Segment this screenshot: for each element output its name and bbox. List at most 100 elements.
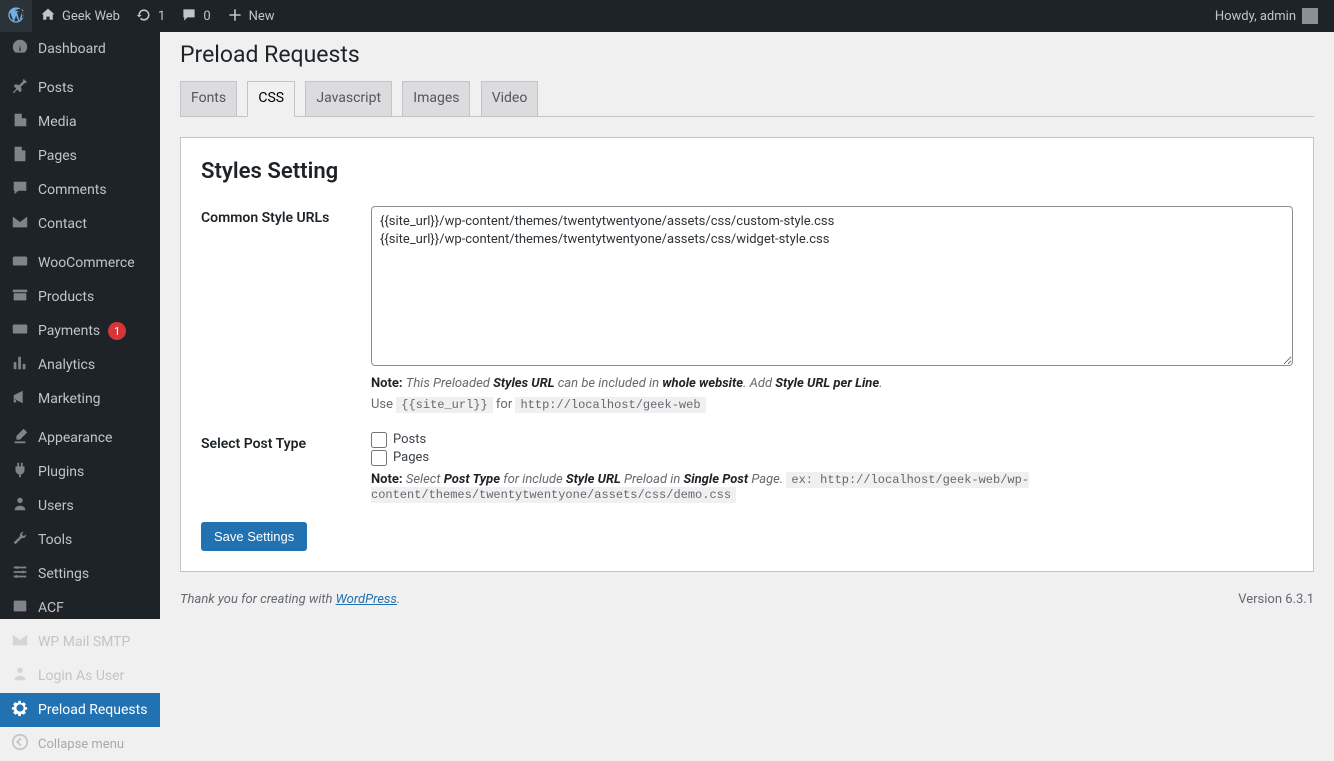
- row-common-style-urls: Common Style URLs Note: This Preloaded S…: [201, 206, 1293, 412]
- sidebar-label: Preload Requests: [38, 702, 147, 718]
- plus-icon: [227, 7, 243, 26]
- new-content-link[interactable]: New: [219, 0, 283, 32]
- sidebar-item-products[interactable]: Products: [0, 280, 160, 314]
- sidebar-label: Tools: [38, 532, 72, 548]
- footer-wordpress-link[interactable]: WordPress: [336, 592, 397, 607]
- updates-link[interactable]: 1: [128, 0, 173, 32]
- admin-sidebar: Dashboard Posts Media Pages Comments Con…: [0, 32, 160, 619]
- sidebar-label: WooCommerce: [38, 255, 135, 271]
- save-settings-button[interactable]: Save Settings: [201, 522, 307, 551]
- checkbox-pages-label: Pages: [393, 450, 429, 465]
- collapse-icon: [10, 733, 30, 755]
- envelope-fly-icon: [10, 631, 30, 653]
- admin-footer: Thank you for creating with WordPress. V…: [160, 579, 1334, 619]
- checkbox-posts[interactable]: [371, 432, 387, 448]
- sidebar-label: Posts: [38, 80, 74, 96]
- sidebar-label: Contact: [38, 216, 87, 232]
- tab-images[interactable]: Images: [402, 81, 470, 116]
- sidebar-item-pages[interactable]: Pages: [0, 139, 160, 173]
- tab-fonts[interactable]: Fonts: [180, 81, 237, 116]
- sidebar-item-marketing[interactable]: Marketing: [0, 382, 160, 416]
- sidebar-label: Users: [38, 498, 74, 514]
- sidebar-label: Comments: [38, 182, 107, 198]
- use-hint: Use {{site_url}} for http://localhost/ge…: [371, 397, 1293, 412]
- sidebar-item-woocommerce[interactable]: WooCommerce: [0, 246, 160, 280]
- sliders-icon: [10, 563, 30, 585]
- brush-icon: [10, 427, 30, 449]
- gear-icon: [10, 699, 30, 721]
- user-icon: [10, 495, 30, 517]
- pin-icon: [10, 77, 30, 99]
- sidebar-label: Settings: [38, 566, 89, 582]
- home-icon: [40, 7, 56, 26]
- media-icon: [10, 111, 30, 133]
- sidebar-item-tools[interactable]: Tools: [0, 523, 160, 557]
- sidebar-item-acf[interactable]: ACF: [0, 591, 160, 625]
- sidebar-item-posts[interactable]: Posts: [0, 71, 160, 105]
- sidebar-item-users[interactable]: Users: [0, 489, 160, 523]
- select-post-type-label: Select Post Type: [201, 432, 371, 452]
- mail-icon: [10, 213, 30, 235]
- sidebar-label: Media: [38, 114, 77, 130]
- avatar: [1302, 8, 1318, 24]
- footer-thank-prefix: Thank you for creating with: [180, 592, 336, 607]
- wp-logo-menu[interactable]: [0, 0, 32, 32]
- checkbox-pages[interactable]: [371, 450, 387, 466]
- tab-bar: Fonts CSS Javascript Images Video: [180, 72, 1314, 117]
- comments-icon: [10, 179, 30, 201]
- sidebar-label: Dashboard: [38, 41, 106, 57]
- comment-icon: [181, 7, 197, 26]
- page-icon: [10, 145, 30, 167]
- chart-icon: [10, 354, 30, 376]
- sidebar-item-contact[interactable]: Contact: [0, 207, 160, 241]
- admin-toolbar: Geek Web 1 0 New Howdy, admin: [0, 0, 1334, 32]
- wordpress-logo-icon: [8, 7, 24, 26]
- note-2: Note: Select Post Type for include Style…: [371, 472, 1293, 502]
- sidebar-item-wp-mail-smtp[interactable]: WP Mail SMTP: [0, 625, 160, 659]
- sidebar-item-appearance[interactable]: Appearance: [0, 421, 160, 455]
- checkbox-posts-label: Posts: [393, 432, 426, 447]
- sidebar-item-comments[interactable]: Comments: [0, 173, 160, 207]
- sidebar-label: Marketing: [38, 391, 101, 407]
- sidebar-item-analytics[interactable]: Analytics: [0, 348, 160, 382]
- section-heading: Styles Setting: [201, 158, 1293, 184]
- sidebar-item-dashboard[interactable]: Dashboard: [0, 32, 160, 66]
- footer-thank-suffix: .: [397, 592, 400, 607]
- notification-badge: 1: [108, 322, 126, 340]
- tab-css[interactable]: CSS: [247, 81, 295, 117]
- sidebar-label: Plugins: [38, 464, 84, 480]
- page-title: Preload Requests: [180, 32, 1314, 72]
- sidebar-label: ACF: [38, 600, 64, 616]
- sidebar-item-plugins[interactable]: Plugins: [0, 455, 160, 489]
- collapse-menu-button[interactable]: Collapse menu: [0, 727, 160, 761]
- sidebar-item-settings[interactable]: Settings: [0, 557, 160, 591]
- tab-video[interactable]: Video: [481, 81, 539, 116]
- woocommerce-icon: [10, 252, 30, 274]
- plug-icon: [10, 461, 30, 483]
- acf-icon: [10, 597, 30, 619]
- sidebar-label: Login As User: [38, 668, 124, 684]
- sidebar-label: Products: [38, 289, 94, 305]
- tab-javascript[interactable]: Javascript: [305, 81, 392, 116]
- sidebar-item-login-as-user[interactable]: Login As User: [0, 659, 160, 693]
- dashboard-icon: [10, 38, 30, 60]
- sidebar-item-preload-requests[interactable]: Preload Requests: [0, 693, 160, 727]
- sidebar-item-payments[interactable]: Payments 1: [0, 314, 160, 348]
- sidebar-label: WP Mail SMTP: [38, 634, 130, 650]
- site-name-link[interactable]: Geek Web: [32, 0, 128, 32]
- common-style-urls-label: Common Style URLs: [201, 206, 371, 226]
- common-style-urls-textarea[interactable]: [371, 206, 1293, 366]
- sidebar-item-media[interactable]: Media: [0, 105, 160, 139]
- my-account-link[interactable]: Howdy, admin: [1207, 0, 1326, 32]
- comments-count: 0: [203, 9, 210, 24]
- payments-icon: [10, 320, 30, 342]
- collapse-menu-label: Collapse menu: [38, 737, 124, 752]
- sidebar-label: Appearance: [38, 430, 112, 446]
- updates-count: 1: [158, 9, 165, 24]
- wrench-icon: [10, 529, 30, 551]
- user-switch-icon: [10, 665, 30, 687]
- howdy-label: Howdy, admin: [1215, 9, 1296, 24]
- site-name-label: Geek Web: [62, 9, 120, 24]
- comments-link[interactable]: 0: [173, 0, 218, 32]
- sidebar-label: Analytics: [38, 357, 95, 373]
